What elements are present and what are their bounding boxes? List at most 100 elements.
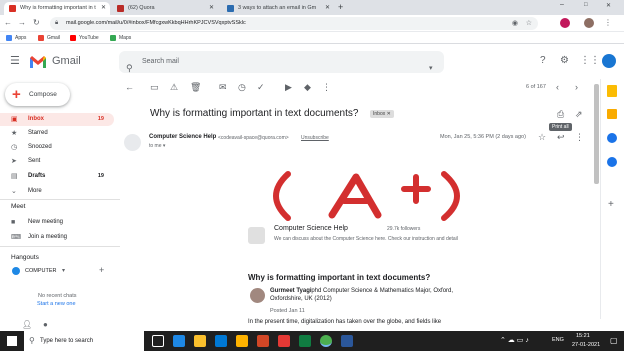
scrollbar[interactable]: [594, 84, 599, 184]
tab-quora[interactable]: (62) Quora ✕: [112, 2, 218, 15]
person-icon[interactable]: 👤︎: [22, 320, 32, 329]
profile-avatar[interactable]: [584, 18, 594, 28]
hamburger-menu-icon[interactable]: ☰: [10, 56, 20, 67]
recipient-dropdown[interactable]: to me ▾: [149, 143, 165, 149]
keep-icon[interactable]: [607, 109, 617, 119]
bookmark-maps[interactable]: Maps: [110, 32, 131, 44]
author-credentials: , phd Computer Science & Mathematics Maj…: [308, 288, 454, 294]
notifications-icon[interactable]: ▢: [610, 336, 618, 345]
inbox-label-chip[interactable]: Inbox ✕: [370, 110, 394, 118]
contacts-icon[interactable]: [607, 157, 617, 167]
word-icon[interactable]: [341, 335, 353, 347]
search-icon[interactable]: ⚲: [126, 57, 133, 79]
question-title[interactable]: Why is formatting important in text docu…: [248, 273, 430, 282]
chrome-icon[interactable]: [320, 335, 332, 347]
close-tab-icon[interactable]: ✕: [101, 2, 106, 15]
back-to-inbox-icon[interactable]: ←: [125, 82, 134, 92]
sidebar-item-label: More: [28, 188, 42, 194]
archive-icon[interactable]: ▭: [150, 82, 159, 92]
report-spam-icon[interactable]: ⚠: [170, 82, 178, 92]
add-chat-icon[interactable]: +: [99, 265, 104, 275]
clock-date[interactable]: 27-01-2021: [572, 342, 600, 348]
mark-unread-icon[interactable]: ✉: [219, 82, 227, 92]
back-arrow-icon[interactable]: ←: [4, 18, 12, 28]
app-icon[interactable]: [278, 335, 290, 347]
open-in-new-window-icon[interactable]: ⇗: [575, 109, 583, 119]
taskbar-search-input[interactable]: Type here to search: [40, 338, 93, 344]
excel-icon[interactable]: [299, 335, 311, 347]
label-icon[interactable]: ◆: [304, 82, 311, 92]
eye-icon[interactable]: ◉: [512, 17, 518, 30]
print-icon[interactable]: ⎙: [557, 109, 564, 119]
space-name[interactable]: Computer Science Help: [274, 225, 348, 232]
file-explorer-icon[interactable]: [194, 335, 206, 347]
unread-count: 19: [97, 116, 104, 122]
unsubscribe-link[interactable]: Unsubscribe: [301, 135, 329, 141]
star-icon[interactable]: ☆: [538, 132, 546, 142]
photos-icon[interactable]: [236, 335, 248, 347]
sidebar-item-snoozed[interactable]: ◷ Snoozed: [0, 141, 114, 154]
sidebar-item-drafts[interactable]: ▤ Drafts 19: [0, 170, 114, 183]
sidebar-item-more[interactable]: ⌄ More: [0, 185, 114, 198]
bookmark-youtube[interactable]: YouTube: [70, 32, 99, 44]
search-input[interactable]: Search mail: [142, 51, 179, 73]
compose-button[interactable]: + Compose: [5, 83, 70, 106]
reload-icon[interactable]: ↻: [33, 18, 40, 28]
input-language[interactable]: ENG: [552, 337, 564, 343]
tasks-icon[interactable]: [607, 133, 617, 143]
minimize-button[interactable]: –: [560, 1, 564, 8]
snooze-icon[interactable]: ◷: [238, 82, 246, 92]
add-to-tasks-icon[interactable]: ✓: [257, 82, 265, 92]
sidebar-item-sent[interactable]: ➤ Sent: [0, 155, 114, 168]
older-chevron-icon[interactable]: ›: [575, 82, 578, 92]
taskbar-search[interactable]: ⚲ Type here to search: [24, 331, 144, 351]
extension-icon[interactable]: [560, 18, 570, 28]
settings-gear-icon[interactable]: ⚙: [560, 56, 569, 66]
powerpoint-icon[interactable]: [257, 335, 269, 347]
bookmark-label: Maps: [119, 35, 132, 41]
more-actions-icon[interactable]: ⋮: [575, 132, 584, 142]
bookmark-apps[interactable]: Apps: [6, 32, 26, 44]
new-tab-button[interactable]: +: [338, 2, 343, 12]
gmail-icon: [38, 35, 44, 41]
more-options-icon[interactable]: ⋮: [322, 82, 331, 92]
close-tab-icon[interactable]: ✕: [325, 2, 330, 15]
account-avatar[interactable]: [602, 54, 616, 68]
address-bar[interactable]: 🔒︎ mail.google.com/mail/u/0/#inbox/FMfcg…: [50, 17, 538, 30]
new-meeting-button[interactable]: ■ New meeting: [0, 216, 114, 229]
move-to-icon[interactable]: ▶: [285, 82, 292, 92]
join-meeting-button[interactable]: ⌨ Join a meeting: [0, 231, 114, 244]
newer-chevron-icon[interactable]: ‹: [556, 82, 559, 92]
chat-bubble-icon[interactable]: ●: [43, 320, 48, 329]
windows-start-icon[interactable]: [7, 336, 17, 346]
bookmark-star-icon[interactable]: ☆: [526, 17, 532, 30]
hangouts-user[interactable]: COMPUTER: [25, 268, 56, 274]
get-addons-plus-icon[interactable]: +: [608, 199, 614, 210]
tab-gmail[interactable]: Why is formatting important in t ✕: [4, 2, 110, 15]
close-window-button[interactable]: ✕: [606, 2, 611, 9]
maximize-button[interactable]: □: [584, 2, 588, 8]
task-view-icon[interactable]: [152, 335, 164, 347]
calendar-icon[interactable]: [607, 85, 617, 97]
search-mail-box[interactable]: ⚲ Search mail ▾: [119, 51, 444, 73]
search-options-dropdown-icon[interactable]: ▾: [429, 58, 433, 80]
reply-icon[interactable]: ↩: [557, 132, 565, 142]
sidebar-item-inbox[interactable]: ▣ Inbox 19: [0, 113, 114, 126]
kebab-menu-icon[interactable]: ⋮: [604, 18, 612, 28]
start-new-chat-link[interactable]: Start a new one: [37, 301, 76, 307]
close-tab-icon[interactable]: ✕: [209, 2, 214, 15]
clock-time[interactable]: 15:21: [576, 333, 590, 339]
system-tray-icons[interactable]: ⌃ ☁ ▭ ♪: [500, 336, 529, 344]
sidebar-item-starred[interactable]: ★ Starred: [0, 127, 114, 140]
tab-attach-email[interactable]: 3 ways to attach an email in Gm ✕: [222, 2, 334, 15]
print-all-tooltip: Print all: [549, 123, 572, 131]
delete-icon[interactable]: 🗑︎: [190, 82, 201, 92]
google-apps-icon[interactable]: ⋮⋮: [580, 56, 600, 66]
user-dropdown-icon[interactable]: ▾: [62, 267, 65, 274]
author-name[interactable]: Gurmeet Tyagi: [270, 288, 312, 294]
bookmark-gmail[interactable]: Gmail: [38, 32, 60, 44]
help-icon[interactable]: ?: [540, 56, 546, 66]
forward-arrow-icon[interactable]: →: [18, 18, 26, 28]
mail-app-icon[interactable]: [215, 335, 227, 347]
edge-icon[interactable]: [173, 335, 185, 347]
